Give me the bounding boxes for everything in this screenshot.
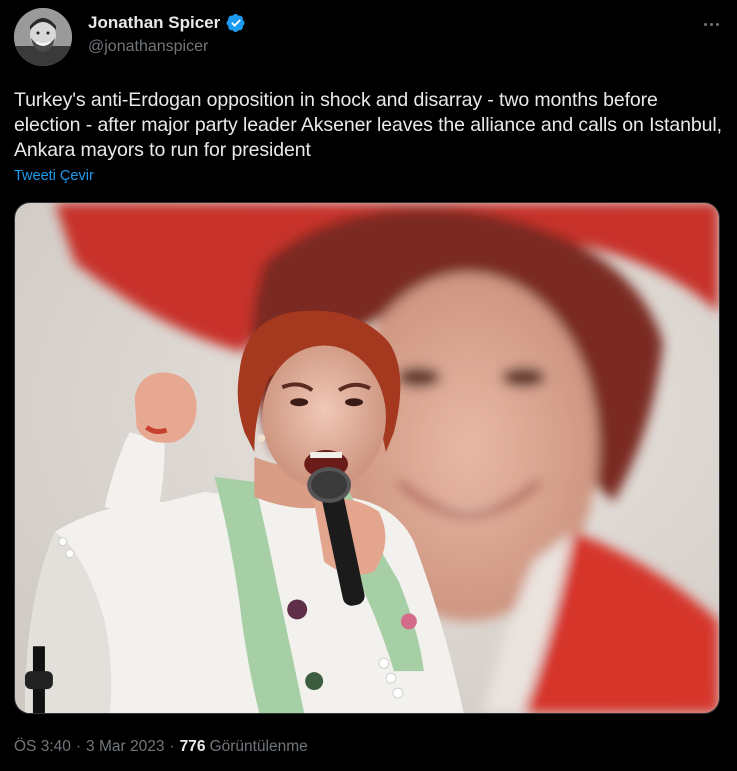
avatar-image (14, 8, 72, 66)
views-label: Görüntülenme (209, 738, 308, 755)
views-count: 776 (179, 738, 206, 755)
photo-image (15, 203, 719, 713)
tweet-time[interactable]: ÖS 3:40 (14, 738, 71, 756)
tweet-meta: ÖS 3:40 · 3 Mar 2023 · 776 Görüntülenme (14, 738, 308, 756)
author-handle[interactable]: @jonathanspicer (88, 38, 246, 56)
meta-separator: · (169, 738, 175, 755)
more-options-icon (715, 22, 719, 26)
author-name-row: Jonathan Spicer (88, 12, 246, 34)
meta-separator: · (75, 738, 82, 755)
translate-tweet-link[interactable]: Tweeti Çevir (14, 168, 94, 184)
tweet-photo[interactable] (14, 202, 720, 714)
more-options-icon (709, 22, 713, 26)
tweet-date[interactable]: 3 Mar 2023 (86, 738, 164, 756)
author-info: Jonathan Spicer @jonathanspicer (88, 12, 246, 56)
more-options-button[interactable] (699, 12, 723, 36)
tweet-article[interactable]: Jonathan Spicer @jonathanspicer Turkey's… (0, 0, 737, 771)
more-options-icon (703, 22, 707, 26)
author-avatar[interactable] (14, 8, 72, 66)
tweet-text: Turkey's anti-Erdogan opposition in shoc… (14, 89, 722, 161)
verified-badge-icon[interactable] (226, 13, 246, 33)
author-display-name[interactable]: Jonathan Spicer (88, 13, 220, 33)
